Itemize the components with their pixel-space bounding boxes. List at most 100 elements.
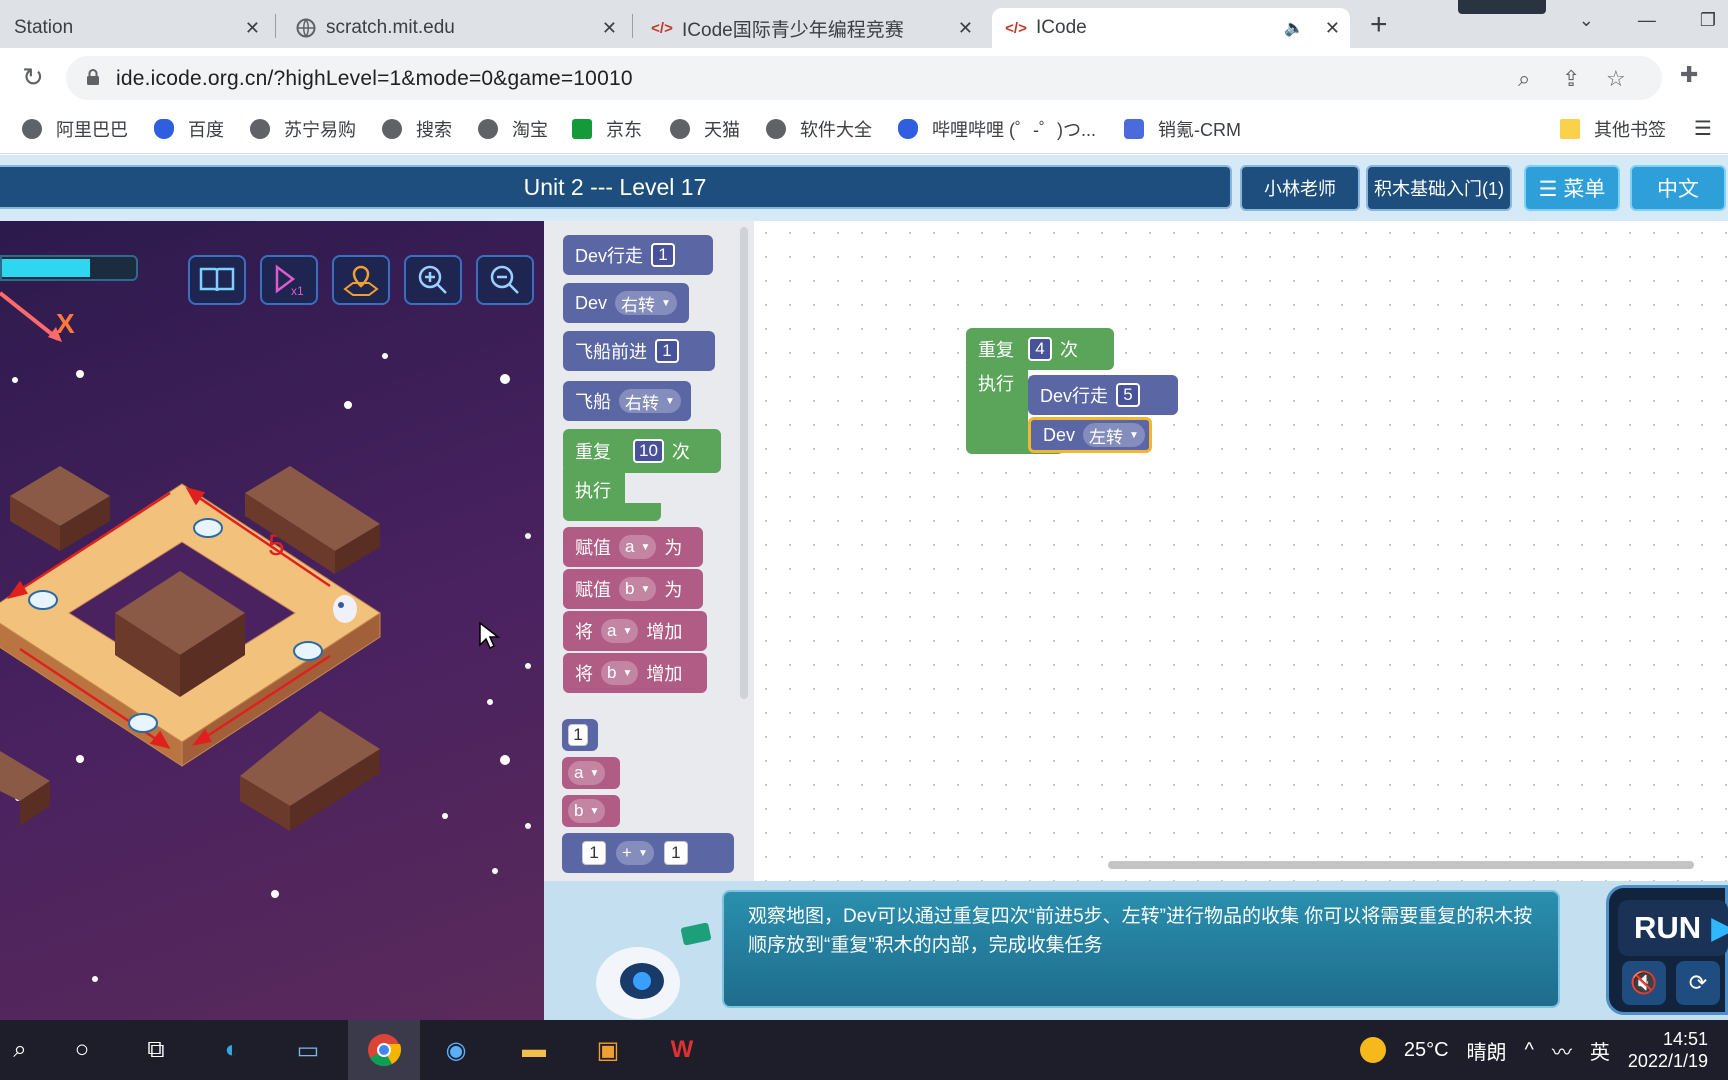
notes-icon[interactable]: ▣ (588, 1030, 628, 1070)
bookmark-item[interactable]: 阿里巴巴 (22, 116, 128, 142)
ime-indicator[interactable]: 英 (1590, 1036, 1610, 1065)
other-bookmarks[interactable]: 其他书签 (1560, 116, 1666, 142)
extensions-icon[interactable]: ✚ (1680, 62, 1698, 88)
bookmark-item[interactable]: 哔哩哔哩 (゜-゜)つ... (898, 116, 1096, 142)
block-assign-b[interactable]: 赋值 b ▼ 为 (563, 569, 703, 609)
dropdown-arrow-icon: ▼ (1129, 429, 1139, 441)
weather-temp: 25°C (1403, 1038, 1449, 1061)
bookmark-item[interactable]: 软件大全 (766, 116, 872, 142)
tab-icode-active[interactable]: </> ICode 🔈 ✕ (992, 8, 1350, 48)
weather-desc: 晴朗 (1466, 1041, 1507, 1064)
mute-icon[interactable]: 🔇 (1622, 961, 1666, 1005)
tab-search-icon[interactable]: ⌄ (1579, 10, 1594, 31)
speaker-icon[interactable]: 🔈 (1284, 18, 1304, 38)
minimize-icon[interactable]: — (1638, 10, 1656, 31)
bookmark-item[interactable]: 淘宝 (478, 116, 548, 142)
reading-list-icon[interactable]: ☰ (1694, 116, 1712, 141)
bookmark-item[interactable]: 搜索 (382, 116, 452, 142)
tab-label: ICode国际青少年编程竞赛 (682, 19, 904, 41)
block-ship-turn[interactable]: 飞船 右转 ▼ (563, 381, 691, 421)
tab-scratch[interactable]: scratch.mit.edu ✕ (282, 8, 627, 48)
teacher-button[interactable]: 小林老师 (1240, 165, 1360, 211)
menu-button[interactable]: ☰ 菜单 (1524, 165, 1620, 211)
block-dev-walk[interactable]: Dev行走 1 (563, 235, 713, 275)
block-ship-forward[interactable]: 飞船前进 1 (563, 331, 715, 371)
turn-dropdown[interactable]: 右转 ▼ (615, 291, 677, 315)
dropdown-arrow-icon: ▼ (622, 667, 633, 679)
maximize-icon[interactable]: ❐ (1700, 10, 1716, 31)
course-button[interactable]: 积木基础入门(1) (1366, 165, 1512, 211)
hint-text: 观察地图，Dev可以通过重复四次“前进5步、左转”进行物品的收集 你可以将需要重… (722, 890, 1560, 1008)
bookmark-item[interactable]: 百度 (154, 116, 224, 142)
tab-divider (275, 14, 276, 38)
block-increase-b[interactable]: 将 b ▼ 增加 (563, 653, 707, 693)
file-explorer-icon[interactable]: ▬ (514, 1030, 554, 1070)
run-button[interactable]: RUN ▶ (1618, 900, 1728, 956)
turn-dropdown[interactable]: 右转 ▼ (619, 389, 681, 413)
bookmark-star-icon[interactable]: ☆ (1606, 66, 1626, 92)
code-workspace[interactable] (754, 221, 1728, 881)
chrome-icon[interactable] (348, 1020, 420, 1080)
bookmark-item[interactable]: 苏宁易购 (250, 116, 356, 142)
bookmark-item[interactable]: 京东 (572, 116, 642, 142)
new-tab-icon[interactable]: + (1370, 8, 1388, 42)
icode-page: Unit 2 --- Level 17 小林老师 积木基础入门(1) ☰ 菜单 … (0, 155, 1728, 1020)
var-dropdown[interactable]: b ▼ (619, 577, 657, 601)
bookmarks-bar: 阿里巴巴 百度 苏宁易购 搜索 淘宝 京东 天猫 软件大全 哔哩哔哩 (゜-゜)… (0, 108, 1728, 154)
url-text: ide.icode.org.cn/?highLevel=1&mode=0&gam… (116, 67, 633, 90)
program-dev-turn[interactable]: Dev 左转 ▼ (1028, 417, 1152, 453)
reload-icon[interactable]: ↻ (22, 62, 44, 93)
tab-icode-contest[interactable]: </> ICode国际青少年编程竞赛 ✕ (638, 8, 983, 48)
address-bar[interactable]: ide.icode.org.cn/?highLevel=1&mode=0&gam… (66, 56, 1662, 100)
number-slot[interactable]: 5 (1116, 383, 1141, 407)
language-button[interactable]: 中文 (1630, 165, 1726, 211)
var-dropdown[interactable]: a ▼ (619, 535, 657, 559)
search-icon[interactable]: ⌕ (0, 1030, 40, 1070)
folder-icon (1560, 119, 1580, 139)
tab-station[interactable]: Station ✕ (0, 8, 270, 48)
program-dev-walk[interactable]: Dev行走 5 (1028, 375, 1178, 415)
code-icon: </> (651, 19, 673, 37)
bookmark-item[interactable]: 销氪-CRM (1124, 116, 1241, 142)
task-view-icon[interactable]: ⧉ (136, 1030, 176, 1070)
number-slot[interactable]: 10 (633, 439, 664, 463)
var-dropdown[interactable]: a ▼ (601, 619, 639, 643)
tray-arrow-icon[interactable]: ^ (1525, 1039, 1534, 1062)
block-repeat[interactable]: 重复 10 次 执行 (563, 429, 721, 521)
workspace-scrollbar[interactable] (1108, 861, 1694, 869)
turn-dropdown[interactable]: 左转 ▼ (1083, 423, 1145, 447)
level-title: Unit 2 --- Level 17 (0, 165, 1232, 209)
var-dropdown[interactable]: b ▼ (601, 661, 639, 685)
bookmark-item[interactable]: 天猫 (670, 116, 740, 142)
number-slot[interactable]: 4 (1028, 337, 1052, 361)
close-icon[interactable]: ✕ (602, 18, 617, 39)
toolbox-scrollbar[interactable] (740, 227, 748, 699)
block-dev-turn[interactable]: Dev 右转 ▼ (563, 283, 689, 323)
jd-icon (572, 119, 592, 139)
wps-icon[interactable]: W (662, 1030, 702, 1070)
mouse-cursor-icon (479, 621, 500, 650)
crm-icon (1124, 119, 1144, 139)
close-icon[interactable]: ✕ (958, 18, 973, 39)
block-assign-a[interactable]: 赋值 a ▼ 为 (563, 527, 703, 567)
close-icon[interactable]: ✕ (1325, 18, 1340, 39)
cortana-icon[interactable]: ○ (62, 1030, 102, 1070)
clock[interactable]: 14:51 2022/1/19 (1628, 1028, 1708, 1072)
reset-icon[interactable]: ⟳ (1676, 961, 1720, 1005)
share-icon[interactable]: ⇪ (1562, 66, 1580, 92)
browser-tab-strip: Station ✕ scratch.mit.edu ✕ </> ICode国际青… (0, 0, 1728, 48)
browser-icon[interactable]: ◉ (436, 1030, 476, 1070)
block-number[interactable]: 1 (562, 719, 598, 751)
wifi-icon[interactable]: 〰 (1552, 1036, 1572, 1065)
close-icon[interactable]: ✕ (245, 18, 260, 39)
block-math[interactable]: 1 + ▼ 1 (562, 833, 734, 873)
zoom-icon[interactable]: ⌕ (1518, 66, 1530, 92)
number-slot[interactable]: 1 (655, 339, 679, 363)
block-var-a[interactable]: a ▼ (562, 757, 620, 789)
block-increase-a[interactable]: 将 a ▼ 增加 (563, 611, 707, 651)
computer-icon[interactable]: ▭ (288, 1030, 328, 1070)
number-slot[interactable]: 1 (651, 243, 676, 267)
edge-icon[interactable]: ◐ (212, 1030, 252, 1070)
window-controls: ⌄ — ❐ (1579, 0, 1728, 40)
block-var-b[interactable]: b ▼ (562, 795, 620, 827)
